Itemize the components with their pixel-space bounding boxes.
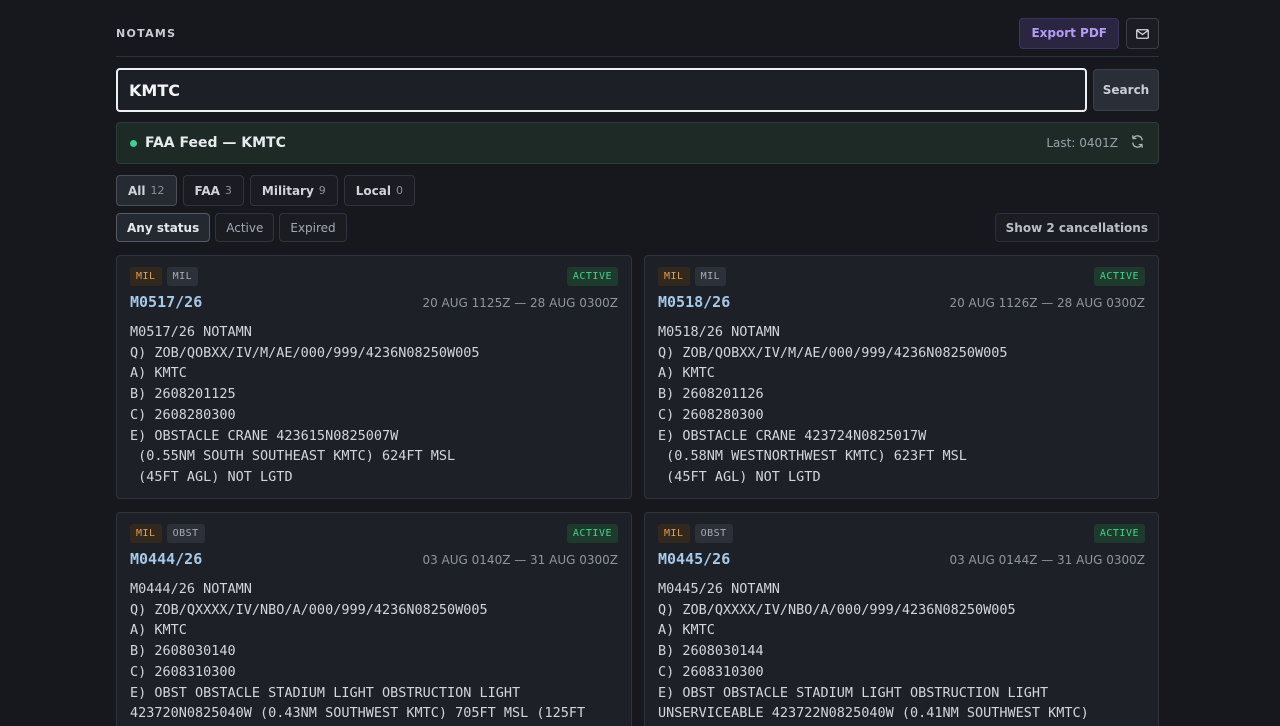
notam-card[interactable]: MIL MIL ACTIVE M0518/26 20 AUG 1126Z — 2…: [644, 255, 1159, 499]
status-active[interactable]: Active: [215, 213, 275, 242]
notam-period: 20 AUG 1125Z — 28 AUG 0300Z: [422, 296, 618, 310]
refresh-icon[interactable]: [1130, 134, 1145, 153]
tag-badge: MIL: [694, 267, 727, 286]
notam-text: M0444/26 NOTAMN Q) ZOB/QXXXX/IV/NBO/A/00…: [130, 581, 586, 722]
notam-id: M0517/26: [130, 293, 203, 311]
status-any[interactable]: Any status: [116, 213, 211, 242]
notams-page: NOTAMS Export PDF Search FAA Feed — KMTC…: [116, 0, 1159, 726]
notam-card[interactable]: MIL OBST ACTIVE M0445/26 03 AUG 0144Z — …: [644, 512, 1159, 726]
last-updated: Last: 0401Z: [1046, 136, 1118, 150]
tag-badge: MIL: [658, 524, 690, 543]
notam-text: M0517/26 NOTAMN Q) ZOB/QOBXX/IV/M/AE/000…: [130, 324, 480, 485]
notam-id: M0444/26: [130, 550, 203, 568]
status-expired[interactable]: Expired: [279, 213, 347, 242]
tag-badge: MIL: [130, 267, 162, 286]
notam-card[interactable]: MIL MIL ACTIVE M0517/26 20 AUG 1125Z — 2…: [116, 255, 632, 499]
tag-badge: OBST: [694, 524, 733, 543]
status-badge: ACTIVE: [1093, 524, 1145, 543]
status-dot: [130, 139, 137, 147]
notam-id: M0518/26: [658, 293, 731, 311]
page-title: NOTAMS: [116, 26, 177, 40]
email-button[interactable]: [1126, 17, 1159, 49]
filter-military[interactable]: Military 9: [249, 175, 338, 206]
tag-badge: MIL: [166, 267, 199, 286]
notam-grid: MIL MIL ACTIVE M0517/26 20 AUG 1125Z — 2…: [116, 255, 1159, 726]
search-input[interactable]: [116, 68, 1087, 112]
filter-all[interactable]: All 12: [116, 175, 177, 206]
status-badge: ACTIVE: [566, 524, 618, 543]
filter-local[interactable]: Local 0: [343, 175, 415, 206]
feed-title: FAA Feed — KMTC: [145, 135, 286, 151]
show-cancellations-button[interactable]: Show 2 cancellations: [994, 213, 1159, 242]
notam-period: 03 AUG 0140Z — 31 AUG 0300Z: [422, 553, 618, 567]
tag-badge: MIL: [658, 267, 690, 286]
search-button[interactable]: Search: [1093, 69, 1159, 111]
notam-period: 20 AUG 1126Z — 28 AUG 0300Z: [949, 296, 1145, 310]
filter-faa[interactable]: FAA 3: [182, 175, 244, 206]
notam-text: M0445/26 NOTAMN Q) ZOB/QXXXX/IV/NBO/A/00…: [658, 581, 1089, 722]
notam-card[interactable]: MIL OBST ACTIVE M0444/26 03 AUG 0140Z — …: [116, 512, 632, 726]
mail-icon: [1136, 24, 1149, 43]
status-filter-row: Any status Active Expired Show 2 cancell…: [116, 213, 1159, 242]
header-actions: Export PDF: [1019, 17, 1159, 49]
tag-badge: MIL: [130, 524, 162, 543]
header: NOTAMS Export PDF: [116, 0, 1159, 57]
status-badge: ACTIVE: [1093, 267, 1145, 286]
notam-id: M0445/26: [658, 550, 731, 568]
source-filters: All 12 FAA 3 Military 9 Local 0: [116, 175, 1159, 206]
search-bar: Search: [116, 68, 1159, 112]
export-pdf-button[interactable]: Export PDF: [1019, 17, 1119, 49]
notam-period: 03 AUG 0144Z — 31 AUG 0300Z: [949, 553, 1145, 567]
tag-badge: OBST: [166, 524, 205, 543]
feed-status-bar: FAA Feed — KMTC Last: 0401Z: [116, 122, 1159, 164]
notam-text: M0518/26 NOTAMN Q) ZOB/QOBXX/IV/M/AE/000…: [658, 324, 1008, 485]
status-badge: ACTIVE: [566, 267, 618, 286]
